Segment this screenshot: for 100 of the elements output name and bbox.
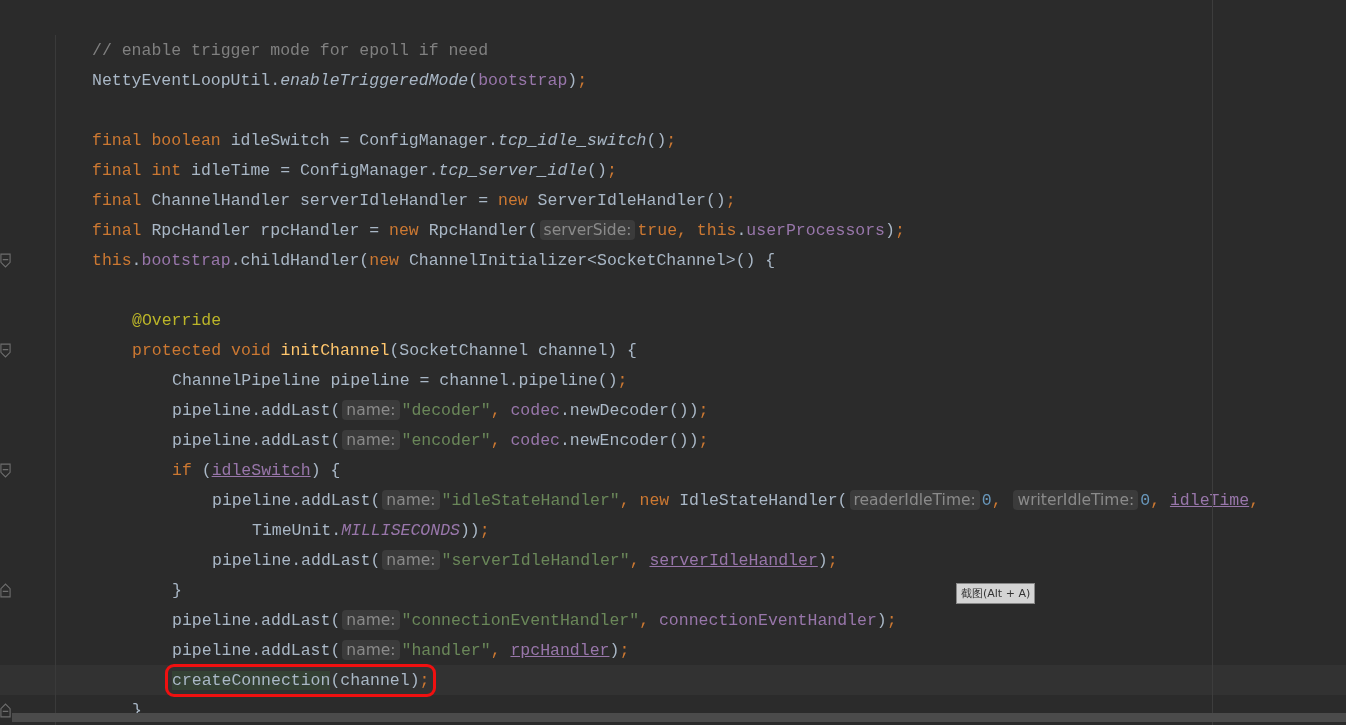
punctuation: , bbox=[1249, 490, 1260, 510]
code-text: .newDecoder()) bbox=[559, 400, 699, 420]
code-text: NettyEventLoopUtil. bbox=[92, 70, 281, 90]
parameter-hint: name: bbox=[342, 429, 400, 450]
fold-marker-icon[interactable] bbox=[0, 702, 11, 718]
code-text: pipeline.addLast( bbox=[212, 490, 381, 510]
code-text: ) bbox=[885, 220, 895, 240]
variable-reference[interactable]: rpcHandler bbox=[510, 640, 610, 660]
code-keyword: final int bbox=[92, 160, 182, 180]
horizontal-scrollbar[interactable] bbox=[12, 713, 1346, 722]
punctuation: , bbox=[490, 400, 502, 420]
punctuation: ; bbox=[617, 370, 628, 390]
code-text: ChannelPipeline pipeline = channel.pipeline() bbox=[172, 370, 618, 390]
code-text: ( bbox=[200, 460, 212, 480]
punctuation: ; bbox=[725, 190, 736, 210]
parameter-hint: name: bbox=[382, 489, 440, 510]
punctuation: , bbox=[629, 550, 641, 570]
parameter-hint: name: bbox=[382, 549, 440, 570]
code-text: TimeUnit. bbox=[252, 520, 342, 540]
code-text: RpcHandler( bbox=[427, 220, 538, 240]
punctuation: , bbox=[1150, 490, 1162, 510]
string-literal: "encoder" bbox=[401, 430, 491, 450]
code-keyword: new bbox=[389, 220, 419, 240]
parameter-hint: writerIdleTime: bbox=[1013, 489, 1139, 510]
code-keyword: this bbox=[696, 220, 737, 240]
highlighted-call: createConnection bbox=[172, 670, 331, 690]
parameter-hint: readerIdleTime: bbox=[849, 489, 980, 510]
punctuation: ; bbox=[419, 670, 430, 690]
code-text: )) bbox=[459, 520, 480, 540]
code-text: } bbox=[172, 580, 182, 600]
variable-reference[interactable]: serverIdleHandler bbox=[649, 550, 818, 570]
number-literal: 0 bbox=[1140, 490, 1151, 510]
code-text: ) bbox=[609, 640, 620, 660]
code-text: pipeline.addLast( bbox=[172, 400, 341, 420]
parameter-hint: serverSide: bbox=[539, 219, 636, 240]
code-text: ( bbox=[468, 70, 479, 90]
punctuation: ; bbox=[698, 430, 709, 450]
fold-marker-icon[interactable] bbox=[0, 252, 11, 268]
variable-reference[interactable]: idleTime bbox=[1169, 490, 1250, 510]
code-keyword: final bbox=[92, 190, 142, 210]
code-text: RpcHandler rpcHandler = bbox=[150, 220, 381, 240]
code-text: ChannelInitializer<SocketChannel>() { bbox=[407, 250, 776, 270]
field-name: codec bbox=[510, 430, 560, 450]
punctuation: ; bbox=[894, 220, 905, 240]
code-keyword: if bbox=[172, 460, 192, 480]
code-text: pipeline.addLast( bbox=[212, 550, 381, 570]
punctuation: ; bbox=[479, 520, 490, 540]
constant-name: MILLISECONDS bbox=[341, 520, 460, 540]
code-text: ) bbox=[817, 550, 828, 570]
code-text: pipeline.addLast( bbox=[172, 640, 341, 660]
code-text: idleSwitch = ConfigManager. bbox=[229, 130, 498, 150]
field-name: connectionEventHandler bbox=[658, 610, 877, 630]
code-text: . bbox=[131, 250, 142, 270]
code-keyword: new bbox=[498, 190, 528, 210]
punctuation: ; bbox=[886, 610, 897, 630]
code-text: ServerIdleHandler() bbox=[536, 190, 726, 210]
parameter-hint: name: bbox=[342, 639, 400, 660]
field-name: codec bbox=[510, 400, 560, 420]
code-comment: // enable trigger mode for epoll if need bbox=[92, 40, 489, 60]
code-text: .newEncoder()) bbox=[559, 430, 699, 450]
code-text: () bbox=[587, 160, 607, 180]
fold-marker-icon[interactable] bbox=[0, 342, 11, 358]
punctuation: ; bbox=[577, 70, 588, 90]
punctuation: ; bbox=[698, 400, 709, 420]
code-keyword: protected void bbox=[132, 340, 272, 360]
string-literal: "connectionEventHandler" bbox=[401, 610, 640, 630]
string-literal: "idleStateHandler" bbox=[441, 490, 620, 510]
code-text: idleTime = ConfigManager. bbox=[190, 160, 439, 180]
field-name: userProcessors bbox=[746, 220, 885, 240]
code-text: () bbox=[646, 130, 667, 150]
code-text: IdleStateHandler( bbox=[678, 490, 848, 510]
code-text: pipeline.addLast( bbox=[172, 430, 341, 450]
fold-marker-icon[interactable] bbox=[0, 462, 11, 478]
code-keyword: final bbox=[92, 220, 142, 240]
string-literal: "handler" bbox=[401, 640, 491, 660]
code-text: ) bbox=[567, 70, 578, 90]
code-text: ) bbox=[876, 610, 887, 630]
code-text: (channel) bbox=[330, 670, 420, 690]
parameter-hint: name: bbox=[342, 609, 400, 630]
code-text: .childHandler( bbox=[230, 250, 370, 270]
code-text: ) { bbox=[310, 460, 341, 480]
code-text: . bbox=[736, 220, 747, 240]
punctuation: , bbox=[490, 430, 502, 450]
punctuation: ; bbox=[827, 550, 838, 570]
punctuation: , bbox=[490, 640, 502, 660]
string-literal: "decoder" bbox=[401, 400, 491, 420]
method-name: initChannel bbox=[280, 340, 390, 360]
parameter-hint: name: bbox=[342, 399, 400, 420]
variable-reference[interactable]: idleSwitch bbox=[211, 460, 311, 480]
annotation: @Override bbox=[132, 310, 222, 330]
tooltip: 截图(Alt + A) bbox=[956, 583, 1036, 604]
string-literal: "serverIdleHandler" bbox=[441, 550, 630, 570]
punctuation: ; bbox=[666, 130, 677, 150]
fold-marker-icon[interactable] bbox=[0, 582, 11, 598]
punctuation: , bbox=[639, 610, 651, 630]
number-literal: 0 bbox=[981, 490, 992, 510]
code-text: ChannelHandler serverIdleHandler = bbox=[150, 190, 490, 210]
code-keyword: new bbox=[639, 490, 670, 510]
code-keyword: this bbox=[92, 250, 132, 270]
method-call: tcp_server_idle bbox=[438, 160, 588, 180]
